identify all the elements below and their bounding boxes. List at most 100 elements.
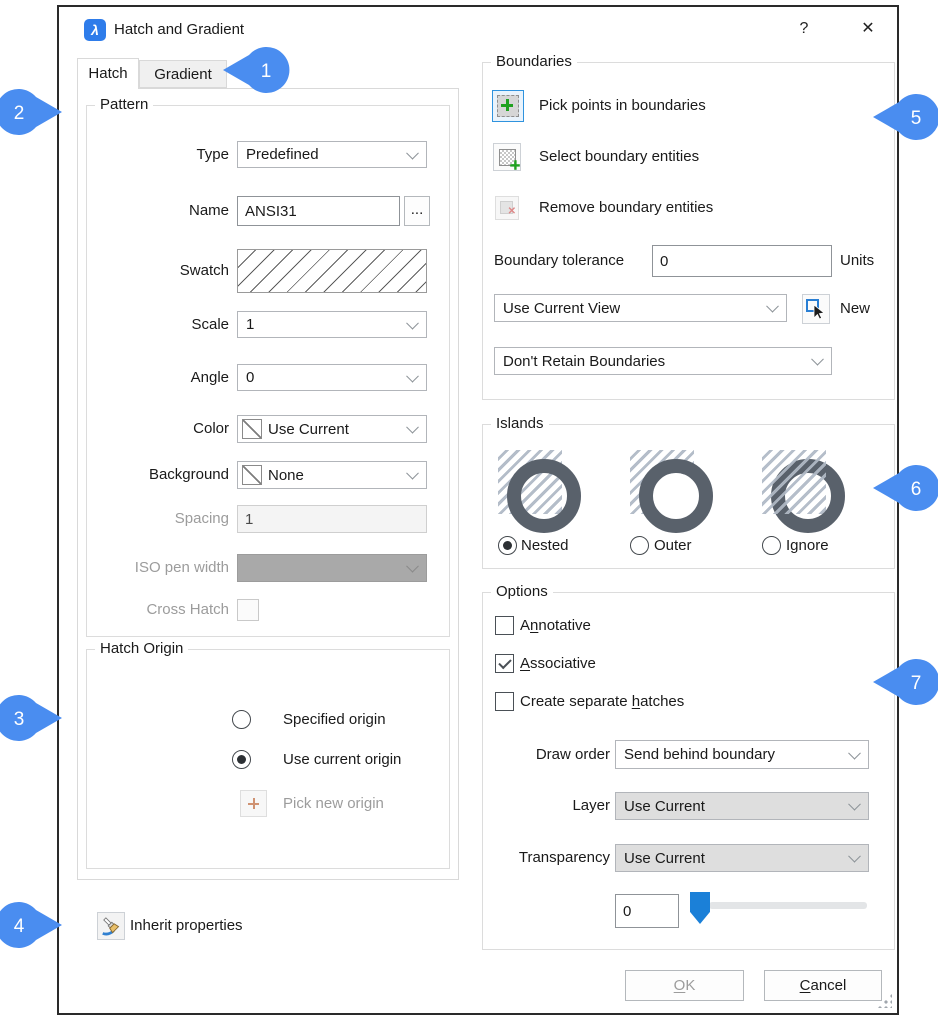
pick-points-label[interactable]: Pick points in boundaries xyxy=(539,90,706,122)
close-button[interactable]: ✕ xyxy=(851,13,885,45)
select-boundary-label[interactable]: Select boundary entities xyxy=(539,143,699,171)
remove-boundary-button: ✕ xyxy=(495,196,519,220)
islands-ignore-thumbnail[interactable] xyxy=(762,450,826,514)
screenshot-root: λ Hatch and Gradient ? ✕ Hatch Gradient … xyxy=(0,0,938,1024)
help-button[interactable]: ? xyxy=(787,13,821,45)
pick-new-origin-label: Pick new origin xyxy=(283,790,384,817)
color-label: Color xyxy=(89,415,229,443)
background-label: Background xyxy=(89,461,229,489)
tab-gradient[interactable]: Gradient xyxy=(139,60,227,88)
specified-origin-label[interactable]: Specified origin xyxy=(283,710,386,729)
callout-4: 4 xyxy=(0,901,63,949)
select-boundary-icon xyxy=(499,149,516,166)
callout-7: 7 xyxy=(872,658,938,706)
nested-donut-icon xyxy=(507,459,581,533)
chevron-down-icon xyxy=(406,146,419,159)
svg-text:5: 5 xyxy=(911,108,922,129)
islands-nested-thumbnail[interactable] xyxy=(498,450,562,514)
annotative-checkbox[interactable] xyxy=(495,616,514,635)
svg-text:2: 2 xyxy=(14,103,25,124)
retain-boundaries-dropdown[interactable]: Don't Retain Boundaries xyxy=(494,347,832,375)
svg-text:7: 7 xyxy=(911,673,922,694)
associative-checkbox[interactable] xyxy=(495,654,514,673)
svg-text:3: 3 xyxy=(14,709,25,730)
use-current-origin-label[interactable]: Use current origin xyxy=(283,750,401,769)
boundaries-legend: Boundaries xyxy=(491,53,577,70)
scale-label: Scale xyxy=(89,311,229,338)
create-separate-hatches-label[interactable]: Create separate hatches xyxy=(520,692,684,711)
spacing-label: Spacing xyxy=(89,505,229,533)
type-label: Type xyxy=(89,141,229,168)
paintbrush-icon xyxy=(100,915,122,937)
callout-3: 3 xyxy=(0,694,63,742)
chevron-down-icon xyxy=(848,850,861,863)
boundary-set-dropdown[interactable]: Use Current View xyxy=(494,294,787,322)
chevron-down-icon xyxy=(848,798,861,811)
chevron-down-icon xyxy=(848,746,861,759)
draw-order-dropdown[interactable]: Send behind boundary xyxy=(615,740,869,769)
use-current-origin-radio[interactable] xyxy=(232,750,251,769)
swatch-label: Swatch xyxy=(89,249,229,293)
ignore-hatch-overlay xyxy=(762,450,826,514)
background-dropdown[interactable]: None xyxy=(237,461,427,489)
annotative-label[interactable]: Annotative xyxy=(520,616,591,635)
iso-pen-width-label: ISO pen width xyxy=(89,554,229,582)
transparency-value-input[interactable] xyxy=(615,894,679,928)
cancel-button[interactable]: Cancel xyxy=(764,970,882,1001)
options-group: Options xyxy=(482,592,895,950)
transparency-dropdown[interactable]: Use Current xyxy=(615,844,869,872)
new-boundary-set-label[interactable]: New xyxy=(840,294,870,324)
pick-new-origin-button xyxy=(240,790,267,817)
hatch-origin-legend: Hatch Origin xyxy=(95,640,188,657)
outer-label[interactable]: Outer xyxy=(654,536,692,555)
inherit-properties-label[interactable]: Inherit properties xyxy=(130,912,243,940)
draw-order-label: Draw order xyxy=(482,740,610,769)
units-label: Units xyxy=(840,245,874,277)
callout-2: 2 xyxy=(0,88,63,136)
chevron-down-icon xyxy=(406,369,419,382)
svg-text:4: 4 xyxy=(14,916,25,937)
boundary-tolerance-label: Boundary tolerance xyxy=(494,245,624,277)
remove-boundary-label: Remove boundary entities xyxy=(539,194,713,222)
dialog-title: Hatch and Gradient xyxy=(114,21,244,38)
boundary-tolerance-input[interactable] xyxy=(652,245,832,277)
specified-origin-radio[interactable] xyxy=(232,710,251,729)
chevron-down-icon xyxy=(811,353,824,366)
browse-pattern-button[interactable]: ... xyxy=(404,196,430,226)
associative-label[interactable]: Associative xyxy=(520,654,596,673)
color-dropdown[interactable]: Use Current xyxy=(237,415,427,443)
svg-text:1: 1 xyxy=(261,61,272,82)
pattern-swatch-preview xyxy=(237,249,427,293)
select-boundary-button[interactable] xyxy=(493,143,521,171)
outer-radio[interactable] xyxy=(630,536,649,555)
hatch-gradient-dialog: λ Hatch and Gradient ? ✕ Hatch Gradient … xyxy=(57,5,899,1015)
nested-radio[interactable] xyxy=(498,536,517,555)
pick-points-icon xyxy=(497,95,519,117)
pattern-name-input[interactable] xyxy=(237,196,400,226)
angle-dropdown[interactable]: 0 xyxy=(237,364,427,391)
chevron-down-icon xyxy=(406,421,419,434)
chevron-down-icon xyxy=(406,560,419,573)
layer-dropdown[interactable]: Use Current xyxy=(615,792,869,820)
transparency-slider-track[interactable] xyxy=(709,902,867,909)
ignore-label[interactable]: Ignore xyxy=(786,536,829,555)
new-boundary-set-button[interactable] xyxy=(802,294,830,324)
background-swatch-icon xyxy=(242,465,262,485)
inherit-properties-button[interactable] xyxy=(97,912,125,940)
chevron-down-icon xyxy=(406,467,419,480)
chevron-down-icon xyxy=(406,316,419,329)
islands-outer-thumbnail[interactable] xyxy=(630,450,694,514)
pattern-group-legend: Pattern xyxy=(95,96,153,113)
app-logo-icon: λ xyxy=(84,19,106,41)
type-dropdown[interactable]: Predefined xyxy=(237,141,427,168)
angle-label: Angle xyxy=(89,364,229,391)
outer-donut-icon xyxy=(639,459,713,533)
pick-points-button[interactable] xyxy=(492,90,524,122)
scale-dropdown[interactable]: 1 xyxy=(237,311,427,338)
nested-label[interactable]: Nested xyxy=(521,536,569,555)
ignore-radio[interactable] xyxy=(762,536,781,555)
name-label: Name xyxy=(89,196,229,226)
tab-hatch[interactable]: Hatch xyxy=(77,58,139,89)
transparency-label: Transparency xyxy=(482,844,610,872)
create-separate-hatches-checkbox[interactable] xyxy=(495,692,514,711)
